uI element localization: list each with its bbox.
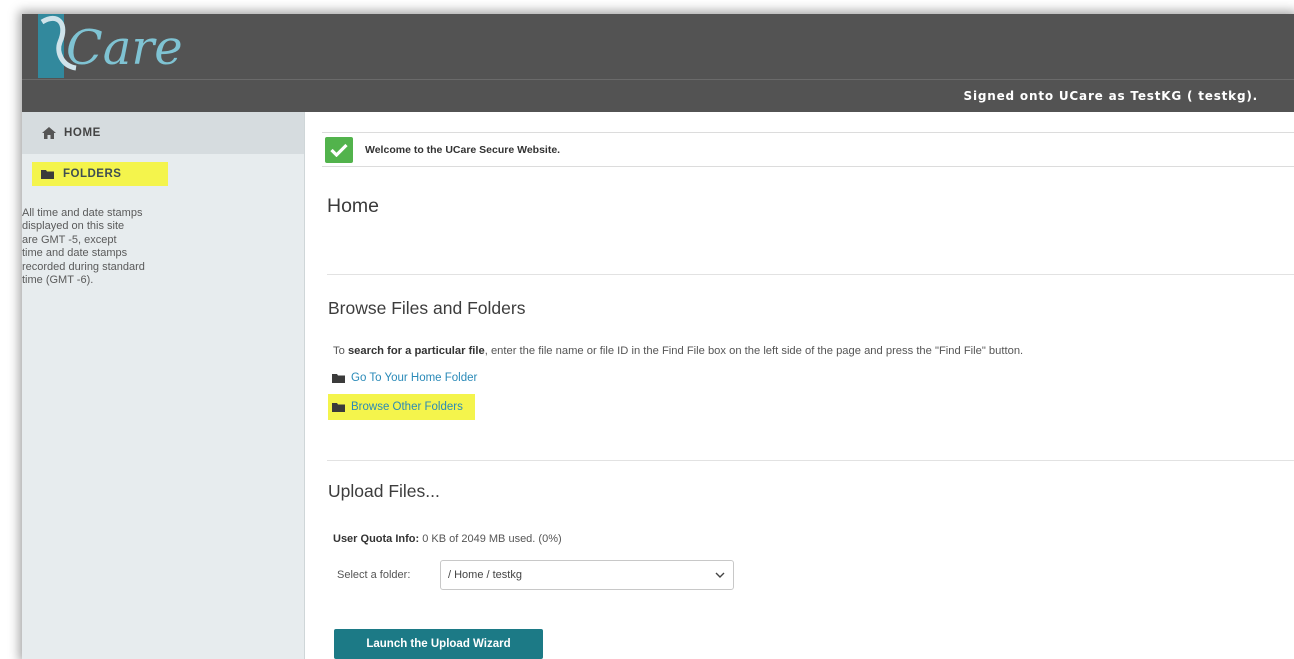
folder-icon <box>332 403 345 412</box>
quota-info: User Quota Info: 0 KB of 2049 MB used. (… <box>333 533 562 545</box>
launch-upload-wizard-button[interactable]: Launch the Upload Wizard <box>334 629 543 659</box>
folder-icon <box>332 374 345 383</box>
check-icon <box>325 136 353 163</box>
browse-other-folders-link[interactable]: Browse Other Folders <box>328 394 475 420</box>
signed-on-as: as <box>1108 89 1126 103</box>
sidebar: HOME FOLDERS All time and date stamps di… <box>22 112 305 659</box>
main-content: Welcome to the UCare Secure Website. Hom… <box>305 112 1294 659</box>
browse-other-folders-label: Browse Other Folders <box>351 401 463 413</box>
search-help-text: To search for a particular file, enter t… <box>333 345 1023 357</box>
sidebar-item-folders-label: FOLDERS <box>63 168 122 180</box>
top-bar: Care Signed onto UCare as TestKG ( testk… <box>22 14 1294 112</box>
logo-text: Care <box>66 20 183 76</box>
select-folder-label: Select a folder: <box>337 569 411 581</box>
welcome-banner: Welcome to the UCare Secure Website. <box>322 132 1294 167</box>
ucare-logo[interactable]: Care <box>28 14 228 80</box>
home-folder-link-label: Go To Your Home Folder <box>351 372 478 384</box>
upload-heading: Upload Files... <box>328 481 440 501</box>
timezone-note: All time and date stamps displayed on th… <box>22 207 145 287</box>
home-folder-link[interactable]: Go To Your Home Folder <box>332 372 477 384</box>
search-help-bold: search for a particular file <box>347 345 485 357</box>
divider <box>327 274 1294 275</box>
folder-select[interactable]: / Home / testkg <box>440 560 734 590</box>
browse-heading: Browse Files and Folders <box>328 298 526 318</box>
page-title: Home <box>327 195 380 217</box>
sidebar-item-home[interactable]: HOME <box>22 112 304 154</box>
divider <box>327 460 1294 461</box>
signed-on-site: UCare <box>1058 89 1104 103</box>
search-help-prefix: To <box>333 345 345 357</box>
sidebar-item-home-label: HOME <box>64 127 101 139</box>
signed-on-status: Signed onto UCare as TestKG ( testkg). <box>964 89 1258 103</box>
quota-label: User Quota Info: <box>333 533 420 545</box>
signed-on-user: TestKG ( testkg). <box>1130 89 1258 103</box>
home-icon <box>42 127 56 139</box>
sidebar-item-folders[interactable]: FOLDERS <box>32 162 168 186</box>
folder-select-value: / Home / testkg <box>448 569 522 581</box>
welcome-text: Welcome to the UCare Secure Website. <box>365 143 561 156</box>
quota-value: 0 KB of 2049 MB used. (0%) <box>422 533 562 545</box>
folder-icon <box>41 170 54 179</box>
search-help-rest: , enter the file name or file ID in the … <box>484 345 1024 357</box>
browser-frame: Care Signed onto UCare as TestKG ( testk… <box>22 14 1294 659</box>
signed-on-prefix: Signed onto <box>963 89 1054 103</box>
chevron-down-icon <box>715 572 725 578</box>
